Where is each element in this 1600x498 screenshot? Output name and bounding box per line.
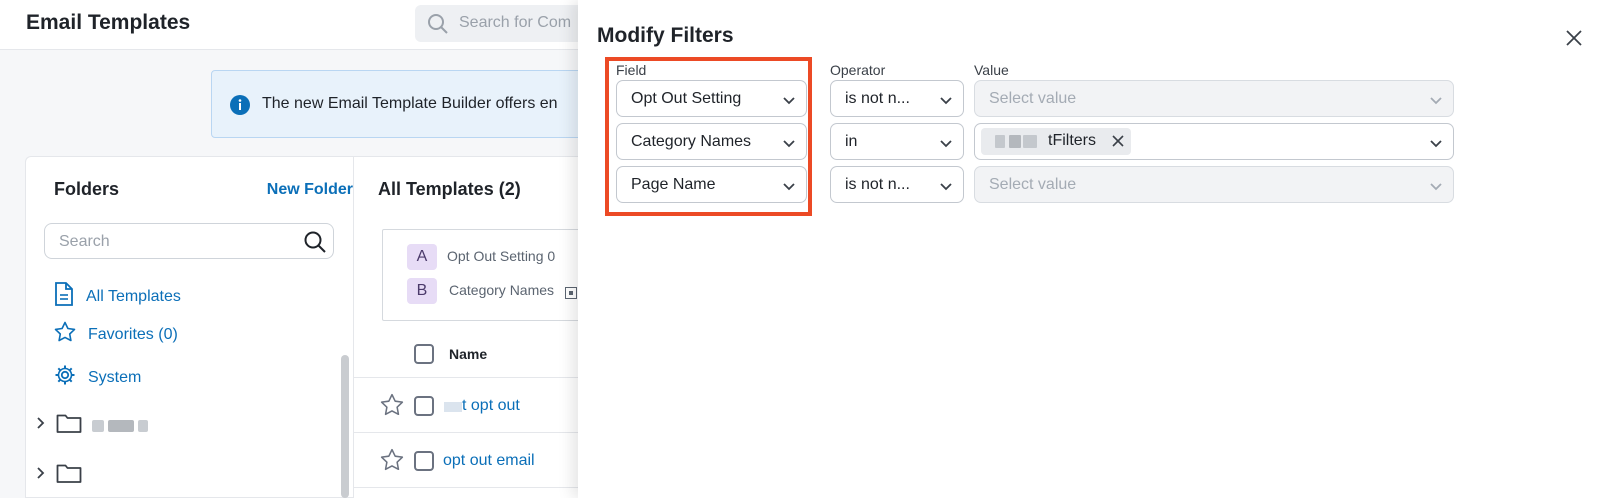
operator-select-value: is not n... (845, 176, 910, 193)
filter-chip-letter: B (407, 278, 437, 304)
name-column-header: Name (449, 346, 488, 362)
value-select-placeholder: Select value (989, 90, 1077, 107)
operator-select[interactable]: is not n... (830, 80, 964, 117)
favorite-star-icon[interactable] (380, 448, 404, 477)
nav-label: Favorites (0) (88, 325, 178, 343)
value-tag-label: tFilters (1048, 132, 1096, 149)
filter-chip-letter: A (407, 244, 437, 270)
row-divider (354, 377, 614, 378)
chevron-down-icon (1429, 179, 1443, 197)
chevron-right-icon (36, 416, 46, 435)
chevron-down-icon (1429, 93, 1443, 111)
template-link[interactable]: t opt out (462, 397, 520, 415)
operator-select[interactable]: is not n... (830, 166, 964, 203)
operator-column-label: Operator (830, 62, 886, 78)
value-column-label: Value (974, 62, 1009, 78)
redacted-folder-name (92, 419, 148, 432)
folders-scrollbar[interactable] (341, 355, 349, 498)
folder-search-input[interactable]: Search (44, 223, 334, 259)
folder-icon (56, 462, 82, 489)
operator-select[interactable]: in (830, 123, 964, 160)
chevron-down-icon (939, 93, 953, 111)
gear-icon (54, 364, 76, 391)
nav-system[interactable]: System (54, 364, 141, 391)
nav-favorites[interactable]: Favorites (0) (54, 321, 178, 348)
chevron-right-icon (36, 466, 46, 485)
redacted-text (444, 402, 462, 412)
drawer-title: Modify Filters (597, 24, 734, 47)
info-small-icon (565, 286, 577, 304)
row-divider (354, 487, 614, 488)
app-title: Email Templates (26, 11, 191, 34)
template-link[interactable]: opt out email (443, 452, 535, 470)
select-all-checkbox[interactable] (414, 344, 434, 364)
chevron-down-icon (939, 136, 953, 154)
nav-label: System (88, 368, 142, 386)
filter-summary[interactable]: A Opt Out Setting 0 B Category Names (382, 229, 602, 321)
value-tag: tFilters (981, 128, 1131, 155)
folder-icon (56, 412, 82, 439)
row-divider (354, 432, 614, 433)
folder-tree-item[interactable] (36, 412, 148, 439)
templates-panel: All Templates (2) A Opt Out Setting 0 B … (353, 156, 614, 498)
chevron-down-icon (1429, 136, 1443, 154)
info-banner: The new Email Template Builder offers en (211, 70, 631, 138)
info-icon (230, 95, 250, 120)
folders-title: Folders (54, 179, 120, 199)
modify-filters-drawer: Modify Filters Field Operator Value Opt … (578, 0, 1600, 498)
banner-text: The new Email Template Builder offers en (262, 95, 558, 112)
close-icon (1566, 30, 1582, 46)
operator-select-value: in (845, 133, 858, 150)
value-select-placeholder: Select value (989, 176, 1077, 193)
field-column-highlight (605, 57, 812, 216)
operator-select-value: is not n... (845, 90, 910, 107)
folders-panel: Folders New Folder Search All Templates … (25, 156, 353, 498)
value-multiselect[interactable]: tFilters (974, 123, 1454, 160)
favorite-star-icon[interactable] (380, 393, 404, 422)
search-icon (427, 13, 449, 40)
folder-search-placeholder: Search (59, 233, 110, 250)
star-icon (54, 321, 76, 348)
remove-tag-icon[interactable] (1111, 134, 1125, 148)
new-folder-button[interactable]: New Folder (267, 181, 353, 199)
nav-all-templates[interactable]: All Templates (54, 282, 181, 311)
row-checkbox[interactable] (414, 396, 434, 416)
search-icon (303, 230, 327, 259)
close-button[interactable] (1563, 27, 1585, 49)
folder-tree-item[interactable] (36, 462, 82, 489)
chevron-down-icon (939, 179, 953, 197)
value-select: Select value (974, 166, 1454, 203)
document-icon (54, 282, 74, 311)
global-search-placeholder: Search for Com (459, 14, 572, 31)
value-select: Select value (974, 80, 1454, 117)
templates-title: All Templates (2) (378, 179, 521, 199)
filter-chip-text: Opt Out Setting 0 (447, 248, 556, 264)
row-checkbox[interactable] (414, 451, 434, 471)
filter-chip-text: Category Names (449, 282, 555, 298)
nav-label: All Templates (86, 287, 181, 305)
